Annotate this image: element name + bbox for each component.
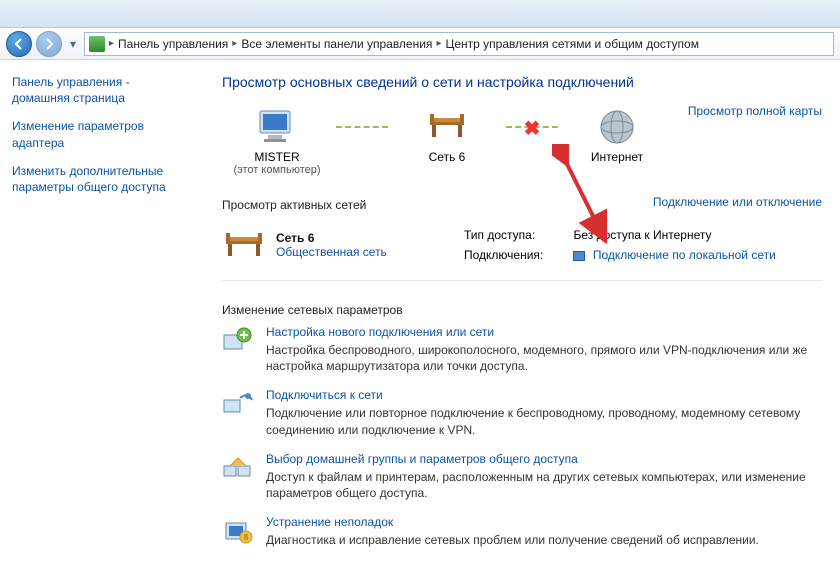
- page-heading: Просмотр основных сведений о сети и наст…: [222, 74, 822, 90]
- bench-icon: [392, 104, 502, 150]
- node-this-pc[interactable]: MISTER (этот компьютер): [222, 104, 332, 176]
- main-content: Просмотр основных сведений о сети и наст…: [200, 60, 840, 570]
- breadcrumb-arrow-icon: ▸: [109, 38, 114, 49]
- breadcrumb-arrow-icon: ▸: [232, 38, 237, 49]
- history-dropdown-icon[interactable]: ▾: [66, 33, 80, 55]
- connection-details: Тип доступа: Без доступа к Интернету Под…: [456, 224, 822, 266]
- sidebar: Панель управления - домашняя страница Из…: [0, 60, 200, 570]
- network-params-label: Изменение сетевых параметров: [222, 303, 822, 317]
- homegroup-icon: [222, 452, 254, 484]
- node-network[interactable]: Сеть 6: [392, 104, 502, 164]
- task-title[interactable]: Подключиться к сети: [266, 388, 822, 402]
- node-internet[interactable]: Интернет: [562, 104, 672, 164]
- task-new-connection[interactable]: Настройка нового подключения или сети На…: [222, 325, 822, 374]
- back-button[interactable]: [6, 31, 32, 57]
- connection-line-icon: [332, 104, 392, 150]
- network-map: MISTER (этот компьютер) Сеть 6 ✖ Интерне…: [222, 104, 822, 176]
- breadcrumb-seg1[interactable]: Панель управления: [118, 37, 228, 51]
- full-map-link[interactable]: Просмотр полной карты: [688, 104, 822, 118]
- task-desc: Настройка беспроводного, широкополосного…: [266, 342, 822, 374]
- node-pc-name: MISTER: [222, 150, 332, 164]
- task-desc: Диагностика и исправление сетевых пробле…: [266, 532, 759, 548]
- control-panel-icon: [89, 36, 105, 52]
- connection-link[interactable]: Подключение по локальной сети: [593, 248, 776, 262]
- task-connect-network[interactable]: Подключиться к сети Подключение или повт…: [222, 388, 822, 437]
- troubleshoot-icon: [222, 515, 254, 547]
- task-troubleshoot[interactable]: Устранение неполадок Диагностика и испра…: [222, 515, 822, 548]
- active-network-row: Сеть 6 Общественная сеть Тип доступа: Бе…: [222, 224, 822, 266]
- connection-error-icon: ✖: [524, 116, 541, 141]
- computer-icon: [222, 104, 332, 150]
- window-titlebar: [0, 0, 840, 28]
- active-net-name: Сеть 6: [276, 231, 446, 245]
- breadcrumb-seg3[interactable]: Центр управления сетями и общим доступом: [445, 37, 699, 51]
- sidebar-adapter-link[interactable]: Изменение параметров адаптера: [12, 118, 187, 150]
- lan-icon: [573, 251, 585, 261]
- task-desc: Подключение или повторное подключение к …: [266, 405, 822, 437]
- active-net-type-link[interactable]: Общественная сеть: [276, 245, 387, 259]
- sidebar-home-link[interactable]: Панель управления - домашняя страница: [12, 74, 187, 106]
- access-type-value: Без доступа к Интернету: [567, 226, 820, 244]
- access-type-label: Тип доступа:: [458, 226, 565, 244]
- task-title[interactable]: Устранение неполадок: [266, 515, 759, 529]
- new-connection-icon: [222, 325, 254, 357]
- connections-label: Подключения:: [458, 246, 565, 264]
- node-net-name: Сеть 6: [392, 150, 502, 164]
- task-title[interactable]: Выбор домашней группы и параметров общег…: [266, 452, 822, 466]
- breadcrumb-arrow-icon: ▸: [436, 38, 441, 49]
- address-bar[interactable]: ▸ Панель управления ▸ Все элементы панел…: [84, 32, 834, 56]
- navigation-toolbar: ▾ ▸ Панель управления ▸ Все элементы пан…: [0, 28, 840, 60]
- connect-network-icon: [222, 388, 254, 420]
- globe-icon: [562, 104, 672, 150]
- node-internet-label: Интернет: [562, 150, 672, 164]
- breadcrumb-seg2[interactable]: Все элементы панели управления: [241, 37, 432, 51]
- task-homegroup[interactable]: Выбор домашней группы и параметров общег…: [222, 452, 822, 501]
- connect-disconnect-link[interactable]: Подключение или отключение: [653, 195, 822, 209]
- sidebar-sharing-link[interactable]: Изменить дополнительные параметры общего…: [12, 163, 187, 195]
- node-pc-sub: (этот компьютер): [222, 164, 332, 176]
- forward-button[interactable]: [36, 31, 62, 57]
- bench-icon: [222, 229, 266, 261]
- active-networks-label: Просмотр активных сетей: [222, 198, 366, 212]
- connection-line-broken-icon: ✖: [502, 104, 562, 150]
- task-desc: Доступ к файлам и принтерам, расположенн…: [266, 469, 822, 501]
- task-title[interactable]: Настройка нового подключения или сети: [266, 325, 822, 339]
